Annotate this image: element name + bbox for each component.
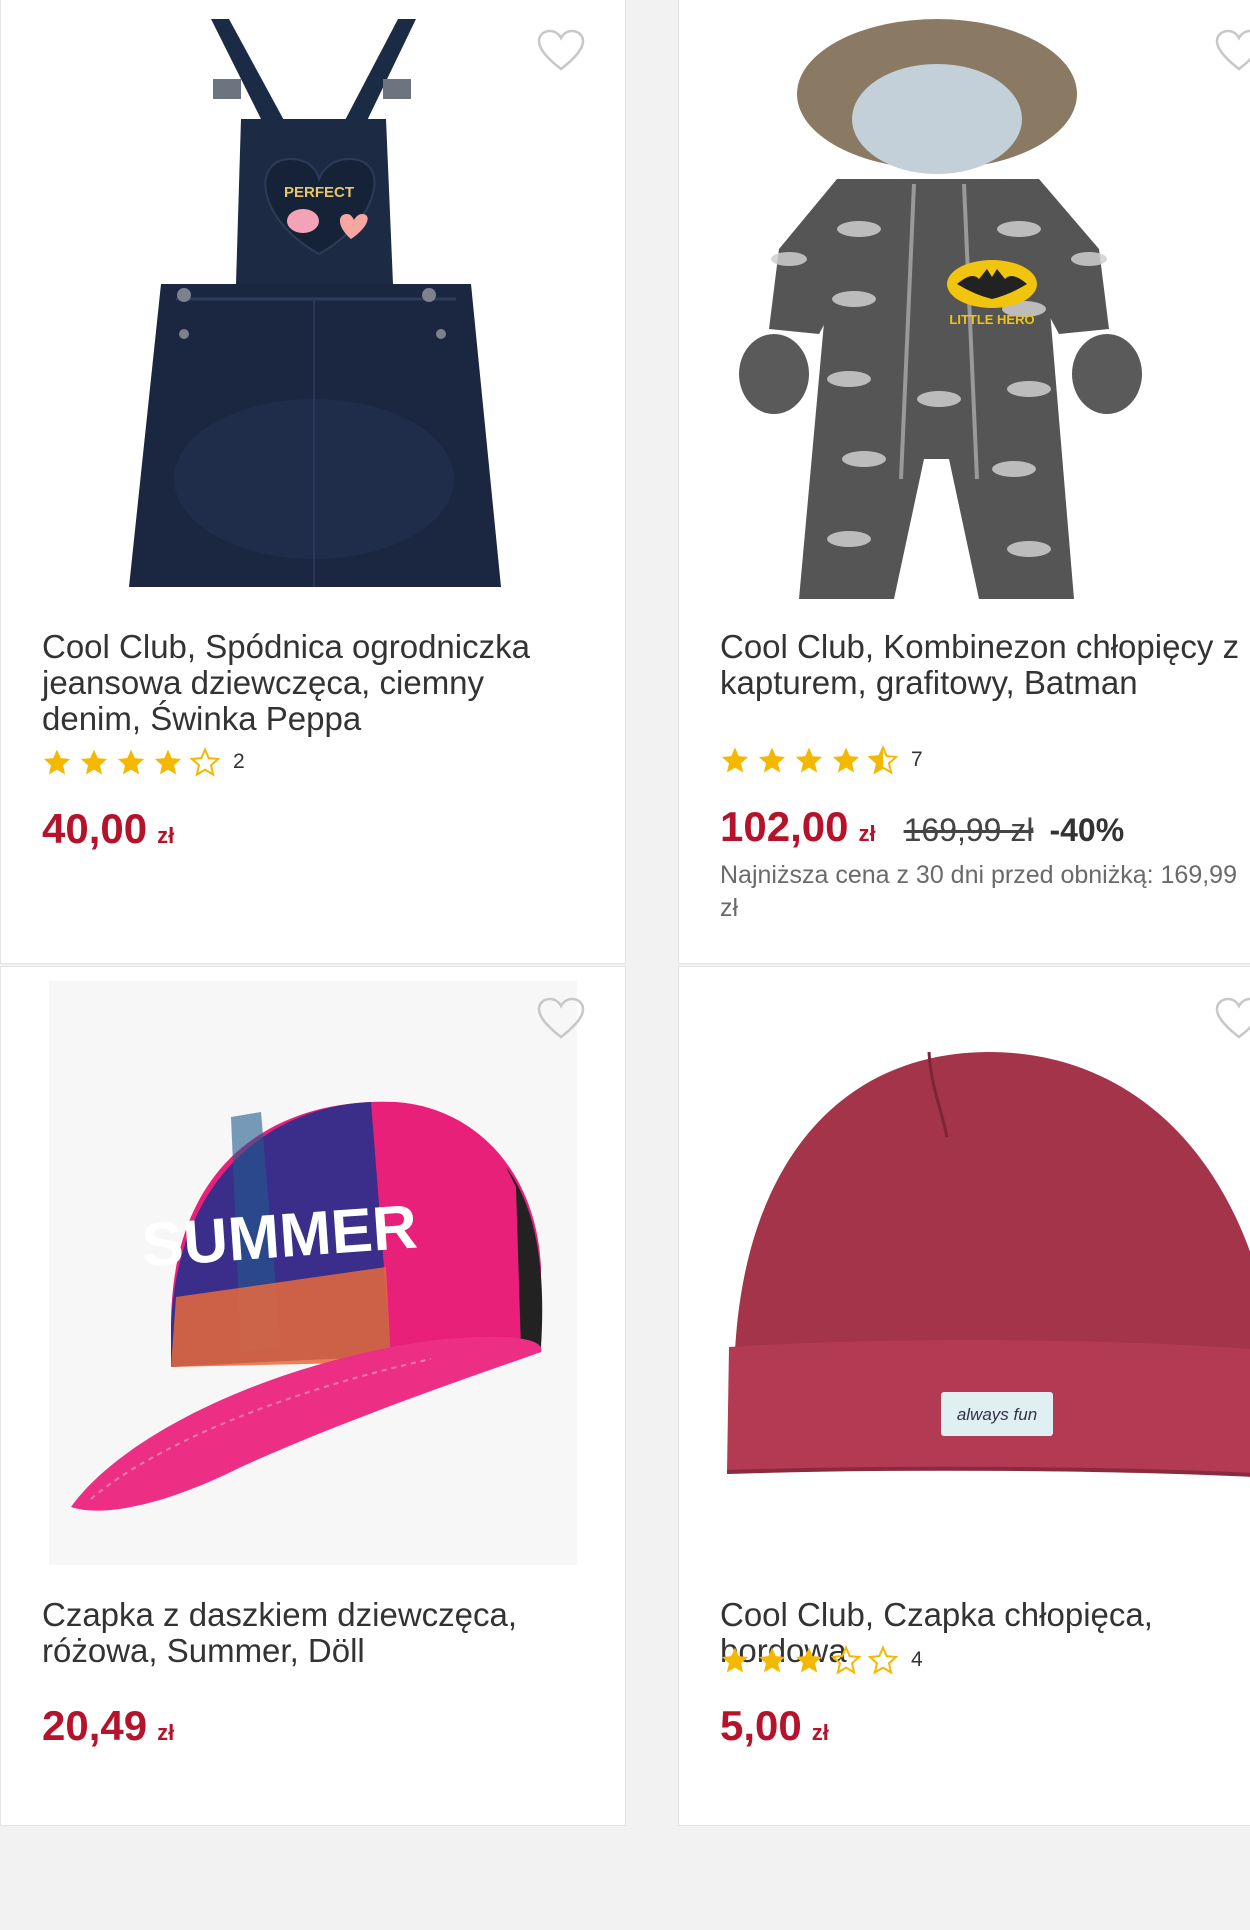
favorite-heart-icon[interactable] (537, 997, 585, 1041)
rating-count: 2 (233, 750, 245, 773)
star-filled-icon (832, 747, 860, 773)
discount-badge: -40% (1049, 812, 1125, 848)
star-filled-icon (154, 749, 182, 775)
product-card-overall-skirt[interactable]: PERFECT Cool Club, Spódnica ogrodniczka … (0, 0, 626, 964)
beanie-label-text: always fun (957, 1405, 1037, 1424)
price: 102,00 (720, 803, 849, 850)
star-outline-icon (868, 1645, 898, 1675)
price-row: 102,00 zł 169,99 zł -40% (720, 803, 1124, 851)
price-row: 20,49 zł (42, 1702, 174, 1750)
product-card-snowsuit[interactable]: LITTLE HERO Cool Club, Kombinezon chłopi… (678, 0, 1250, 964)
price-row: 40,00 zł (42, 805, 174, 853)
old-price: 169,99 zł (903, 812, 1034, 848)
product-image[interactable]: always fun (679, 967, 1250, 1587)
star-filled-icon (721, 1647, 749, 1673)
price: 5,00 (720, 1702, 802, 1749)
star-filled-icon (758, 747, 786, 773)
currency: zł (858, 821, 876, 846)
product-rating: 7 (720, 745, 923, 775)
print-text: LITTLE HERO (949, 312, 1034, 327)
product-card-cap[interactable]: SUMMER Czapka z daszkiem dziewczęca, róż… (0, 966, 626, 1826)
currency: zł (811, 1720, 829, 1745)
star-filled-icon (795, 747, 823, 773)
product-title[interactable]: Cool Club, Spódnica ogrodniczka jeansowa… (42, 629, 562, 737)
product-title[interactable]: Cool Club, Kombinezon chłopięcy z kaptur… (720, 629, 1250, 701)
lowest-price-note: Najniższa cena z 30 dni przed obniżką: 1… (720, 861, 1237, 922)
price-row: 5,00 zł (720, 1702, 829, 1750)
favorite-heart-icon[interactable] (1215, 997, 1250, 1041)
favorite-heart-icon[interactable] (1215, 29, 1250, 73)
product-image[interactable]: LITTLE HERO (679, 0, 1250, 609)
product-image[interactable]: PERFECT (1, 0, 625, 609)
star-filled-icon (758, 1647, 786, 1673)
product-card-beanie[interactable]: always fun Cool Club, Czapka chłopięca, … (678, 966, 1250, 1826)
star-filled-icon (117, 749, 145, 775)
star-half-icon (868, 745, 898, 775)
product-image[interactable]: SUMMER (1, 967, 625, 1587)
product-title[interactable]: Czapka z daszkiem dziewczęca, różowa, Su… (42, 1597, 562, 1669)
product-grid: PERFECT Cool Club, Spódnica ogrodniczka … (0, 0, 1250, 1930)
rating-count: 4 (911, 1648, 923, 1671)
star-outline-icon (190, 747, 220, 777)
star-filled-icon (43, 749, 71, 775)
star-filled-icon (795, 1647, 823, 1673)
price: 40,00 (42, 805, 148, 852)
rating-count: 7 (911, 748, 923, 771)
patch-text: PERFECT (284, 184, 354, 201)
product-rating: 2 (42, 747, 245, 777)
currency: zł (157, 823, 175, 848)
favorite-heart-icon[interactable] (537, 29, 585, 73)
star-filled-icon (721, 747, 749, 773)
product-rating: 4 (720, 1645, 923, 1675)
star-filled-icon (80, 749, 108, 775)
price: 20,49 (42, 1702, 148, 1749)
star-outline-icon (831, 1645, 861, 1675)
currency: zł (157, 1720, 175, 1745)
